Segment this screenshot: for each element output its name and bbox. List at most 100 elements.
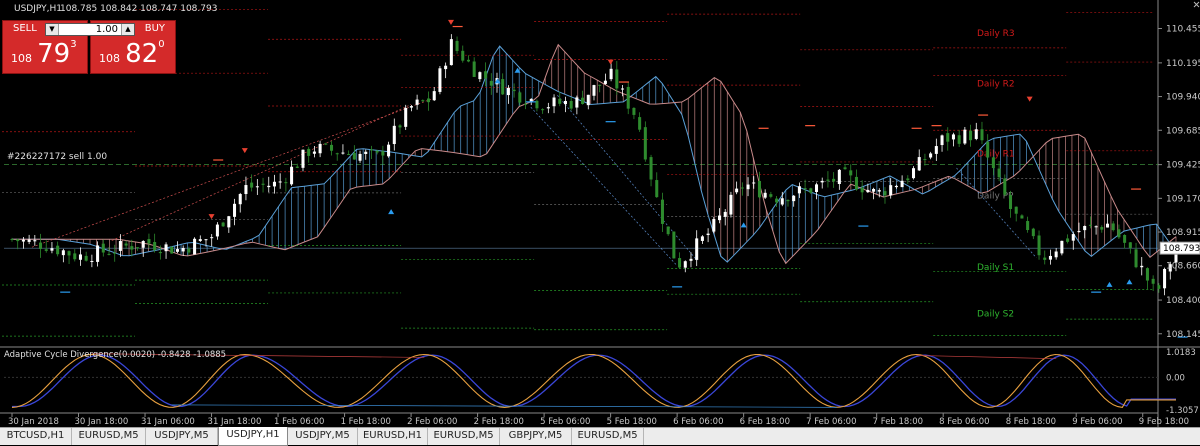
candle-body (660, 199, 664, 224)
time-label: 9 Feb 06:00 (1072, 417, 1122, 427)
trend-line (956, 167, 1037, 259)
sell-label: SELL (13, 23, 37, 34)
pivot-label: Daily S1 (977, 263, 1014, 273)
candle-body (506, 87, 510, 96)
time-label: 2 Feb 18:00 (474, 417, 524, 427)
candle-body (489, 80, 493, 86)
candle-body (672, 231, 676, 259)
candle-body (1117, 229, 1121, 238)
tab-eurusd-m5[interactable]: EURUSD,M5 (72, 428, 146, 445)
candle-body (164, 244, 168, 252)
candle-body (181, 248, 185, 252)
candle-body (455, 40, 459, 51)
tab-btcusd-h1[interactable]: BTCUSD,H1 (0, 428, 72, 445)
indicator-axis-label: 1.0183 (1166, 348, 1196, 358)
lot-decrease-icon[interactable]: ▼ (46, 24, 59, 35)
candle-body (478, 72, 482, 80)
candle-body (1060, 240, 1064, 254)
candle-body (1043, 257, 1047, 260)
candle-body (1020, 215, 1024, 219)
candle-body (307, 148, 311, 156)
candle-body (78, 254, 82, 260)
candle-body (1134, 249, 1138, 268)
candle-body (301, 149, 305, 168)
candle-body (655, 180, 659, 198)
tab-eurusd-m5[interactable]: EURUSD,M5 (428, 428, 500, 445)
candle-body (1140, 265, 1144, 268)
candle-body (198, 239, 202, 241)
candle-body (227, 216, 231, 228)
candle-body (563, 100, 567, 105)
candle-body (769, 194, 773, 197)
candle-body (330, 144, 334, 151)
candle-body (444, 65, 448, 70)
lot-size-input[interactable]: ▼ 1.00 ▲ (45, 23, 135, 36)
candle-body (1151, 278, 1155, 284)
candle-body (118, 241, 122, 251)
candle-body (740, 187, 744, 189)
candle-body (1105, 223, 1110, 228)
tab-gbpjpy-m5[interactable]: GBPJPY,M5 (500, 428, 572, 445)
candle-body (204, 239, 208, 241)
tab-eurusd-m5[interactable]: EURUSD,M5 (572, 428, 644, 445)
buy-price-prefix: 108 (99, 52, 120, 65)
candle-body (689, 258, 693, 261)
lot-increase-icon[interactable]: ▲ (121, 24, 134, 35)
candle-body (1111, 223, 1115, 231)
candle-body (872, 188, 876, 192)
candle-body (56, 245, 60, 255)
candle-body (883, 191, 887, 196)
candle-body (210, 237, 214, 239)
candle-body (569, 100, 573, 109)
candle-body (335, 153, 339, 155)
candle-body (16, 239, 20, 242)
candle-body (666, 226, 670, 235)
candle-body (980, 129, 984, 141)
trend-line (557, 95, 698, 261)
price-label: 109.170 (1166, 194, 1200, 204)
tab-usdjpy-m5[interactable]: USDJPY,M5 (288, 428, 358, 445)
tab-eurusd-h1[interactable]: EURUSD,H1 (358, 428, 428, 445)
candle-body (638, 117, 642, 130)
candle-body (575, 97, 579, 108)
candle-body (752, 182, 756, 184)
candle-body (700, 236, 704, 241)
candle-body (1048, 255, 1052, 260)
candle-body (438, 68, 442, 92)
candle-body (1054, 251, 1058, 258)
time-label: 1 Feb 06:00 (274, 417, 324, 427)
candle-body (729, 194, 733, 215)
candle-body (1100, 227, 1104, 230)
chart-canvas[interactable]: Daily R3 Daily R2 Daily R1 Daily PP Daily S1… (0, 0, 1200, 445)
candle-body (615, 69, 619, 89)
arrow-down-icon (447, 19, 454, 25)
candle-body (969, 130, 973, 141)
sell-price: 108 793 (11, 39, 77, 67)
close-x-icon[interactable] (1193, 1, 1200, 8)
candle-body (757, 180, 761, 198)
candle-body (775, 198, 779, 203)
candle-body (324, 143, 328, 145)
candle-body (233, 203, 237, 217)
candle-body (238, 194, 242, 205)
candle-body (1163, 268, 1167, 289)
candle-body (1083, 225, 1087, 231)
trend-line (530, 106, 678, 266)
candle-body (295, 166, 299, 168)
candle-body (906, 178, 910, 181)
candle-body (392, 125, 396, 145)
candle-body (717, 215, 722, 221)
candle-body (1145, 268, 1149, 281)
candle-body (535, 100, 539, 109)
chart-window[interactable]: Daily R3 Daily R2 Daily R1 Daily PP Daily S1… (0, 0, 1200, 446)
time-label: 8 Feb 06:00 (939, 417, 989, 427)
candle-body (866, 189, 870, 193)
candle-body (678, 258, 682, 268)
time-label: 9 Feb 18:00 (1139, 417, 1189, 427)
tab-usdjpy-h1[interactable]: USDJPY,H1 (218, 427, 288, 446)
candle-body (997, 168, 1001, 178)
order-line-label[interactable]: #226227172 sell 1.00 (7, 152, 107, 162)
candle-body (39, 242, 43, 249)
tab-usdjpy-m5[interactable]: USDJPY,M5 (146, 428, 218, 445)
candle-body (797, 186, 801, 194)
